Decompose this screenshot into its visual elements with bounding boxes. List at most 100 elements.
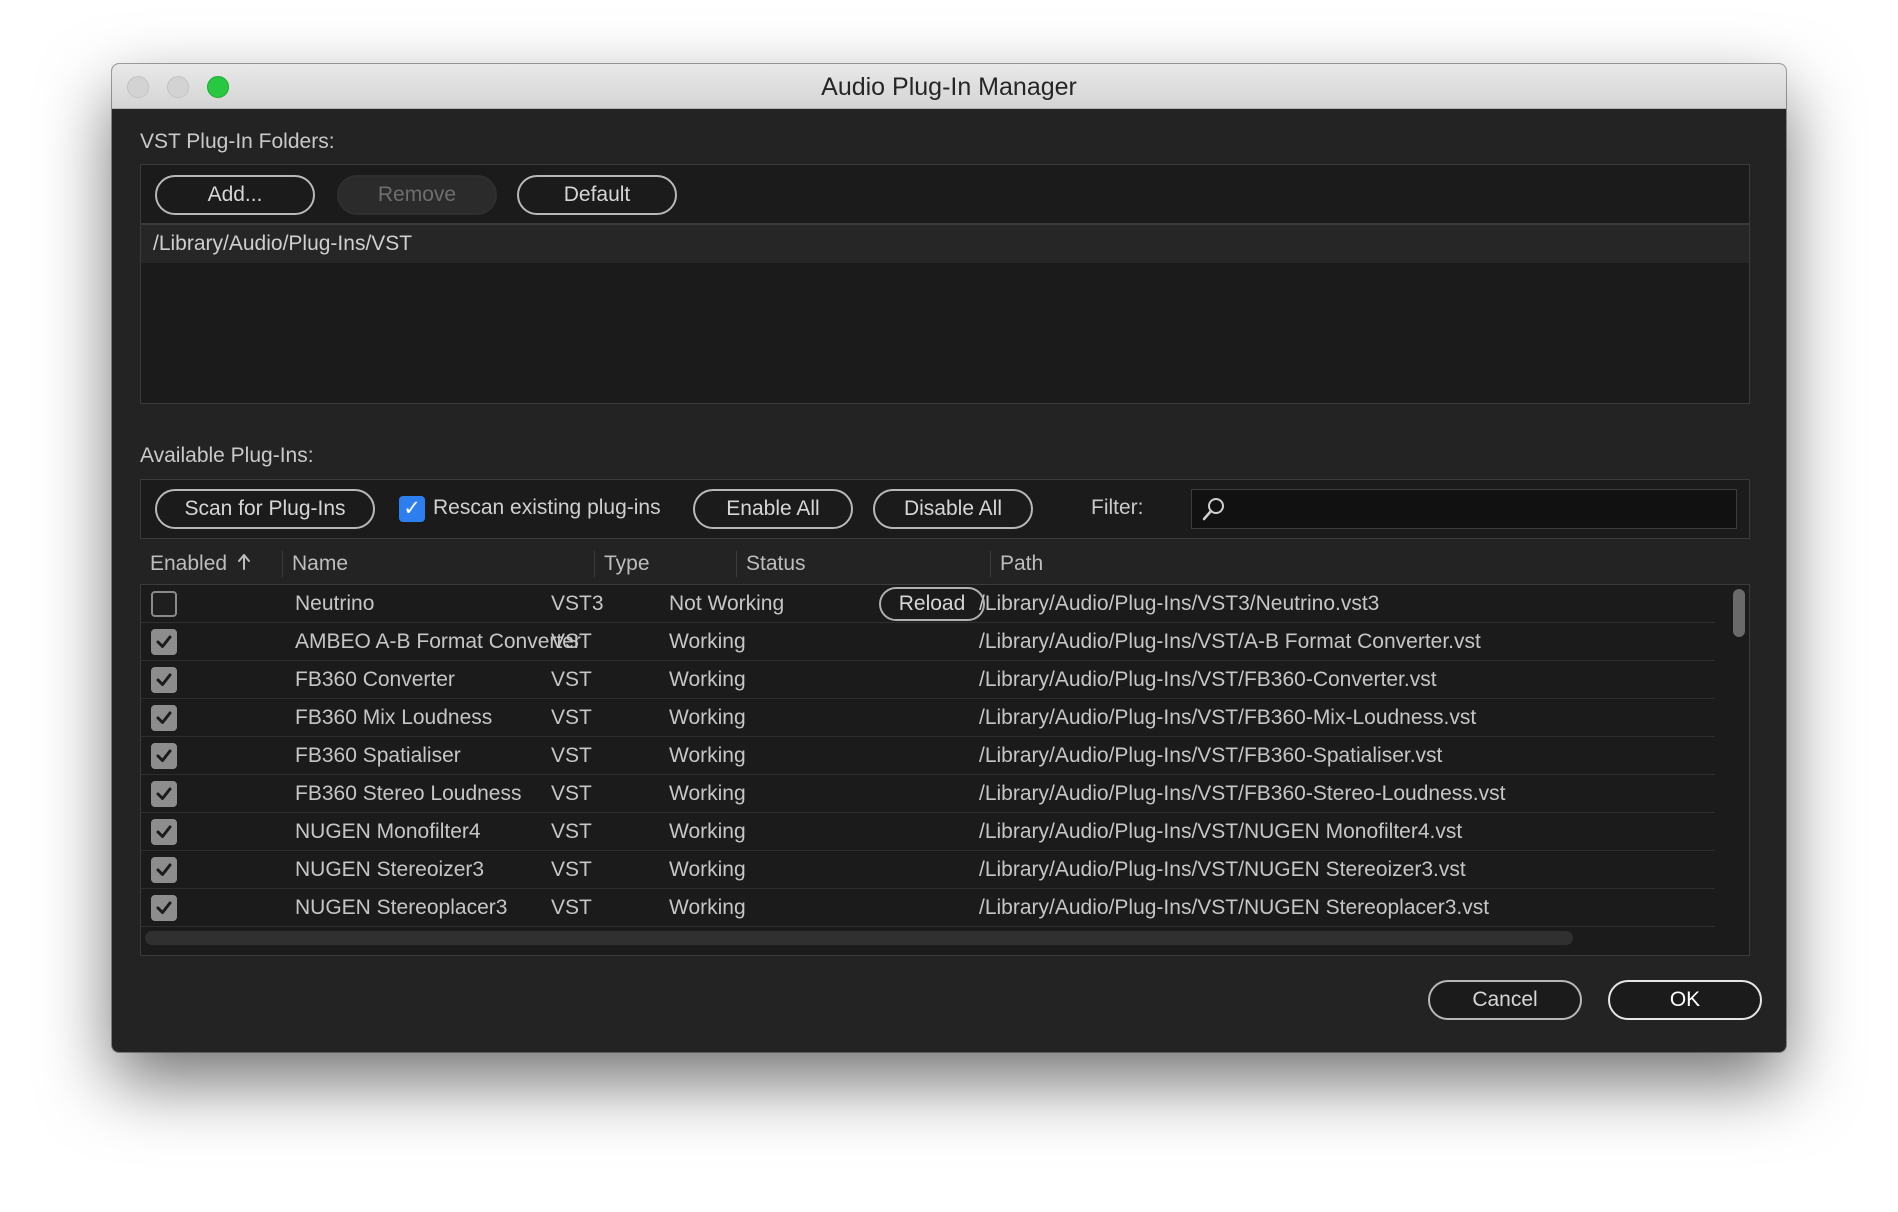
table-row[interactable]: Neutrino VST3 Not Working/Library/Audio/Pl… <box>141 585 1715 623</box>
table-row[interactable]: AMBEO A-B Format Converter VST Working/Lib… <box>141 623 1715 661</box>
folder-list-item[interactable]: /Library/Audio/Plug-Ins/VST <box>141 225 1749 263</box>
checkmark-icon: ✓ <box>403 497 421 520</box>
plugin-type: VST <box>551 820 592 843</box>
window-title: Audio Plug-In Manager <box>821 73 1077 101</box>
table-row[interactable]: NUGEN Stereoizer3 VST Working/Library/Audi… <box>141 851 1715 889</box>
title-bar[interactable]: Audio Plug-In Manager <box>112 64 1786 109</box>
plugin-path: /Library/Audio/Plug-Ins/VST/FB360-Conver… <box>979 668 1437 691</box>
rescan-checkbox[interactable]: ✓ <box>399 496 425 522</box>
table-row[interactable]: FB360 Stereo Loudness VST Working/Library/… <box>141 775 1715 813</box>
enabled-checkbox[interactable] <box>151 629 177 655</box>
plugin-status: Working <box>669 896 746 919</box>
column-header-enabled-label: Enabled <box>150 552 228 575</box>
plugin-status: Working <box>669 668 746 691</box>
checkmark-icon <box>156 825 172 838</box>
plugin-name: NUGEN Monofilter4 <box>295 820 481 843</box>
column-divider <box>282 551 283 577</box>
enabled-checkbox[interactable] <box>151 667 177 693</box>
plugin-path: /Library/Audio/Plug-Ins/VST/FB360-Spatia… <box>979 744 1443 767</box>
plugin-type: VST <box>551 630 592 653</box>
plugin-status: Working <box>669 858 746 881</box>
default-folder-button[interactable]: Default <box>517 175 677 215</box>
plugin-type: VST <box>551 858 592 881</box>
plugin-type: VST <box>551 782 592 805</box>
rescan-checkbox-label[interactable]: Rescan existing plug-ins <box>433 496 661 520</box>
table-row[interactable]: FB360 Mix Loudness VST Working/Library/Aud… <box>141 699 1715 737</box>
plugin-name: FB360 Mix Loudness <box>295 706 493 729</box>
plugin-name: FB360 Converter <box>295 668 455 691</box>
column-divider <box>594 551 595 577</box>
plugin-status: Not Working <box>669 592 785 615</box>
plugin-path: /Library/Audio/Plug-Ins/VST/NUGEN Stereo… <box>979 858 1466 881</box>
enabled-checkbox[interactable] <box>151 895 177 921</box>
plugin-type: VST <box>551 706 592 729</box>
plugin-path: /Library/Audio/Plug-Ins/VST/FB360-Stereo… <box>979 782 1506 805</box>
vst-folders-label: VST Plug-In Folders: <box>140 130 335 153</box>
plugin-type: VST <box>551 668 592 691</box>
search-icon <box>1202 498 1224 521</box>
remove-folder-button[interactable]: Remove <box>337 175 497 215</box>
plugin-path: /Library/Audio/Plug-Ins/VST/FB360-Mix-Lo… <box>979 706 1477 729</box>
add-folder-button[interactable]: Add... <box>155 175 315 215</box>
enabled-checkbox[interactable] <box>151 857 177 883</box>
column-header-type[interactable]: Type <box>604 545 650 583</box>
folders-toolbar: Add... Remove Default <box>140 164 1750 224</box>
plugin-type: VST3 <box>551 592 604 615</box>
plugin-name: FB360 Stereo Loudness <box>295 782 522 805</box>
plugin-path: /Library/Audio/Plug-Ins/VST/A-B Format C… <box>979 630 1481 653</box>
plugin-path: /Library/Audio/Plug-Ins/VST3/Neutrino.vs… <box>979 592 1380 615</box>
folder-list[interactable]: /Library/Audio/Plug-Ins/VST <box>140 224 1750 404</box>
plugin-name: FB360 Spatialiser <box>295 744 461 767</box>
filter-input[interactable] <box>1191 489 1737 529</box>
plugin-manager-window: Audio Plug-In Manager VST Plug-In Folder… <box>112 64 1786 1052</box>
table-row[interactable]: FB360 Converter VST Working/Library/Audio/… <box>141 661 1715 699</box>
enabled-checkbox[interactable] <box>151 591 177 617</box>
enabled-checkbox[interactable] <box>151 781 177 807</box>
sort-up-arrow-icon <box>237 554 250 570</box>
plugin-type: VST <box>551 744 592 767</box>
plugin-path: /Library/Audio/Plug-Ins/VST/NUGEN Stereo… <box>979 896 1490 919</box>
plugin-name: NUGEN Stereoizer3 <box>295 858 485 881</box>
plugin-path: /Library/Audio/Plug-Ins/VST/NUGEN Monofi… <box>979 820 1463 843</box>
vertical-scrollbar-thumb[interactable] <box>1733 589 1745 637</box>
plugins-toolbar: Scan for Plug-Ins ✓ Rescan existing plug… <box>140 479 1750 539</box>
checkmark-icon <box>156 901 172 914</box>
ok-button[interactable]: OK <box>1608 980 1762 1020</box>
filter-label: Filter: <box>1091 496 1144 519</box>
horizontal-scrollbar-thumb[interactable] <box>145 931 1573 945</box>
enabled-checkbox[interactable] <box>151 819 177 845</box>
checkmark-icon <box>156 749 172 762</box>
plugin-status: Working <box>669 744 746 767</box>
plugin-status: Working <box>669 820 746 843</box>
enabled-checkbox[interactable] <box>151 705 177 731</box>
table-row[interactable]: NUGEN Stereoplacer3 VST Working/Library/Au… <box>141 889 1715 927</box>
column-divider <box>990 551 991 577</box>
available-plugins-label: Available Plug-Ins: <box>140 444 314 467</box>
table-header: Enabled Name Type Status Path <box>140 545 1750 583</box>
plugin-status: Working <box>669 630 746 653</box>
plugin-name: NUGEN Stereoplacer3 <box>295 896 508 919</box>
plugin-status: Working <box>669 706 746 729</box>
column-divider <box>736 551 737 577</box>
plugin-type: VST <box>551 896 592 919</box>
table-row[interactable]: NUGEN Monofilter4 VST Working/Library/Audi… <box>141 813 1715 851</box>
checkmark-icon <box>156 787 172 800</box>
reload-button[interactable]: Reload <box>879 587 985 621</box>
column-header-status[interactable]: Status <box>746 545 806 583</box>
enabled-checkbox[interactable] <box>151 743 177 769</box>
table-row[interactable]: FB360 Spatialiser VST Working/Library/Audi… <box>141 737 1715 775</box>
scan-plugins-button[interactable]: Scan for Plug-Ins <box>155 489 375 529</box>
disable-all-button[interactable]: Disable All <box>873 489 1033 529</box>
checkmark-icon <box>156 673 172 686</box>
plugins-table[interactable]: NUGEN Stereoplacer3 VST Working/Library/Au… <box>140 584 1750 956</box>
enable-all-button[interactable]: Enable All <box>693 489 853 529</box>
column-header-enabled[interactable]: Enabled <box>150 545 251 583</box>
plugin-status: Working <box>669 782 746 805</box>
column-header-path[interactable]: Path <box>1000 545 1043 583</box>
checkmark-icon <box>156 711 172 724</box>
plugin-name: Neutrino <box>295 592 375 615</box>
cancel-button[interactable]: Cancel <box>1428 980 1582 1020</box>
plugin-name: AMBEO A-B Format Converter <box>295 630 581 653</box>
checkmark-icon <box>156 863 172 876</box>
column-header-name[interactable]: Name <box>292 545 348 583</box>
